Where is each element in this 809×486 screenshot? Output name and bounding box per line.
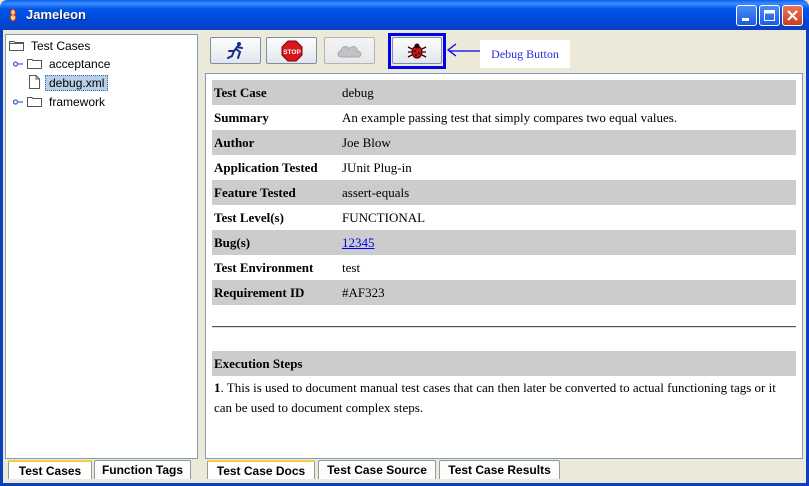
- property-value: assert-equals: [340, 180, 796, 205]
- callout-arrow-icon: [446, 43, 483, 57]
- stop-sign-icon: STOP: [281, 40, 302, 61]
- folder-icon: [27, 56, 42, 69]
- property-value: FUNCTIONAL: [342, 209, 426, 225]
- stop-button[interactable]: STOP: [266, 37, 317, 64]
- property-key: Application Tested: [214, 159, 318, 175]
- property-key: Test Environment: [214, 259, 314, 275]
- execution-step-item: 1. This is used to document manual test …: [214, 378, 794, 417]
- property-key: Test Case: [212, 80, 340, 105]
- close-button[interactable]: [782, 5, 803, 26]
- test-case-tree[interactable]: Test Cases acceptance debug.xml framewor…: [5, 34, 198, 459]
- property-value: Joe Blow: [340, 130, 796, 155]
- debug-button-callout: Debug Button: [480, 40, 570, 68]
- step-text: . This is used to document manual test c…: [214, 380, 776, 415]
- minimize-button[interactable]: [736, 5, 757, 26]
- tree-item-acceptance[interactable]: acceptance: [27, 55, 113, 73]
- title-bar: Jameleon: [0, 0, 809, 30]
- table-row: Test Case debug: [212, 80, 796, 105]
- property-key: Bug(s): [212, 230, 340, 255]
- run-button[interactable]: [210, 37, 261, 64]
- property-key: Feature Tested: [212, 180, 340, 205]
- expand-handle-icon[interactable]: [13, 98, 23, 106]
- property-key: Author: [212, 130, 340, 155]
- tree-item-label: acceptance: [49, 57, 111, 71]
- property-value: JUnit Plug-in: [342, 159, 412, 175]
- property-value: An example passing test that simply comp…: [342, 109, 678, 125]
- jameleon-app-icon[interactable]: [7, 8, 19, 22]
- tab-test-case-results[interactable]: Test Case Results: [439, 460, 560, 479]
- property-key: Summary: [214, 109, 269, 125]
- tree-item-label: framework: [49, 95, 106, 109]
- property-value: 12345: [340, 230, 796, 255]
- table-row: Author Joe Blow: [212, 130, 796, 155]
- tree-item-framework[interactable]: framework: [27, 93, 108, 111]
- section-divider: [212, 326, 796, 328]
- table-row: Test Environment test: [212, 255, 796, 280]
- tree-root[interactable]: Test Cases: [9, 37, 93, 55]
- table-row: Summary An example passing test that simp…: [212, 105, 796, 130]
- tab-function-tags[interactable]: Function Tags: [94, 460, 191, 479]
- disabled-toolbar-button[interactable]: [324, 37, 375, 64]
- tree-root-label: Test Cases: [31, 39, 91, 53]
- tab-test-case-docs[interactable]: Test Case Docs: [207, 460, 315, 479]
- property-key: Test Level(s): [214, 209, 284, 225]
- property-key: Requirement ID: [212, 280, 340, 305]
- bug-link[interactable]: 12345: [342, 235, 375, 250]
- folder-open-icon: [9, 38, 24, 51]
- cloud-icon: [337, 45, 361, 57]
- table-row: Test Level(s) FUNCTIONAL: [212, 205, 796, 230]
- maximize-button[interactable]: [759, 5, 780, 26]
- property-value: test: [342, 259, 361, 275]
- tab-test-cases[interactable]: Test Cases: [8, 460, 92, 479]
- table-row: Feature Tested assert-equals: [212, 180, 796, 205]
- tree-item-debug-xml[interactable]: debug.xml: [29, 74, 109, 92]
- table-row: Bug(s) 12345: [212, 230, 796, 255]
- folder-icon: [27, 94, 42, 107]
- test-case-docs-panel: Test Case debug Summary An example passing…: [205, 73, 803, 459]
- table-row: Application Tested JUnit Plug-in: [212, 155, 796, 180]
- tab-test-case-source[interactable]: Test Case Source: [318, 460, 436, 479]
- file-icon: [29, 75, 40, 89]
- window-title: Jameleon: [26, 7, 86, 22]
- property-value: #AF323: [340, 280, 796, 305]
- execution-steps-heading: Execution Steps: [212, 351, 796, 376]
- minimize-icon: [742, 18, 749, 21]
- maximize-icon: [764, 10, 775, 21]
- running-man-icon: [226, 41, 243, 59]
- test-case-properties-table: Test Case debug Summary An example passing…: [212, 80, 796, 305]
- tree-item-label-selected: debug.xml: [45, 75, 109, 91]
- close-icon: [787, 10, 798, 21]
- expand-handle-icon[interactable]: [13, 60, 23, 68]
- table-row: Requirement ID #AF323: [212, 280, 796, 305]
- debug-highlight-box: [388, 33, 446, 69]
- property-value: debug: [340, 80, 796, 105]
- stop-label: STOP: [283, 49, 301, 56]
